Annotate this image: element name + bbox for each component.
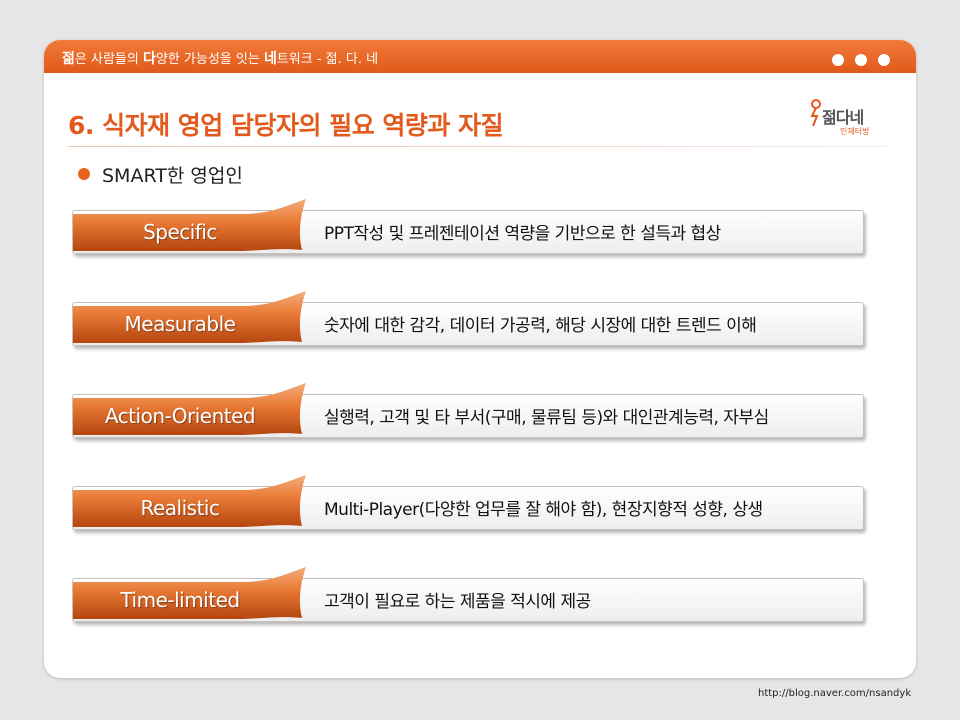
description-text: 실행력, 고객 및 타 부서(구매, 물류팀 등)와 대인관계능력, 자부심 — [324, 408, 769, 428]
smart-item-specific: Specific PPT작성 및 프레젠테이션 역량을 기반으로 한 설득과 협… — [72, 196, 868, 262]
smart-item-action-oriented: Action-Oriented 실행력, 고객 및 타 부서(구매, 물류팀 등… — [72, 380, 868, 446]
bullet-heading: SMART한 영업인 — [102, 165, 243, 187]
smart-item-measurable: Measurable 숫자에 대한 감각, 데이터 가공력, 해당 시장에 대한… — [72, 288, 868, 354]
page-title: 6. 식자재 영업 담당자의 필요 역량과 자질 — [68, 111, 504, 140]
smart-item-realistic: Realistic Multi-Player(다양한 업무를 잘 해야 함), … — [72, 472, 868, 538]
category-label: Measurable — [124, 312, 236, 336]
smart-item-time-limited: Time-limited 고객이 필요로 하는 제품을 적시에 제공 — [72, 564, 868, 630]
description-text: Multi-Player(다양한 업무를 잘 해야 함), 현장지향적 성향, … — [324, 500, 763, 520]
dot-icon — [855, 54, 867, 66]
dot-icon — [832, 54, 844, 66]
header-tagline: 젊은 사람들의 다양한 가능성을 잇는 네트워크 - 젊. 다. 네 — [62, 51, 379, 67]
logo: 젊다네 인재터방 — [808, 96, 888, 142]
logo-subtitle: 인재터방 — [840, 127, 870, 136]
category-label: Time-limited — [120, 588, 240, 612]
category-label: Realistic — [140, 496, 221, 520]
footer-url: http://blog.naver.com/nsandyk — [758, 688, 912, 699]
header-dots — [821, 51, 890, 70]
logo-name: 젊다네 — [822, 108, 864, 127]
category-label: Action-Oriented — [104, 404, 256, 428]
description-text: 고객이 필요로 하는 제품을 적시에 제공 — [324, 592, 591, 612]
bullet-icon — [78, 168, 90, 180]
description-text: PPT작성 및 프레젠테이션 역량을 기반으로 한 설득과 협상 — [324, 224, 721, 244]
title-divider — [68, 146, 890, 147]
slide: 젊은 사람들의 다양한 가능성을 잇는 네트워크 - 젊. 다. 네 6. 식자… — [44, 40, 916, 678]
description-text: 숫자에 대한 감각, 데이터 가공력, 해당 시장에 대한 트렌드 이해 — [324, 316, 757, 336]
dot-icon — [878, 54, 890, 66]
category-label: Specific — [143, 220, 217, 244]
header-bar: 젊은 사람들의 다양한 가능성을 잇는 네트워크 - 젊. 다. 네 — [44, 40, 916, 73]
